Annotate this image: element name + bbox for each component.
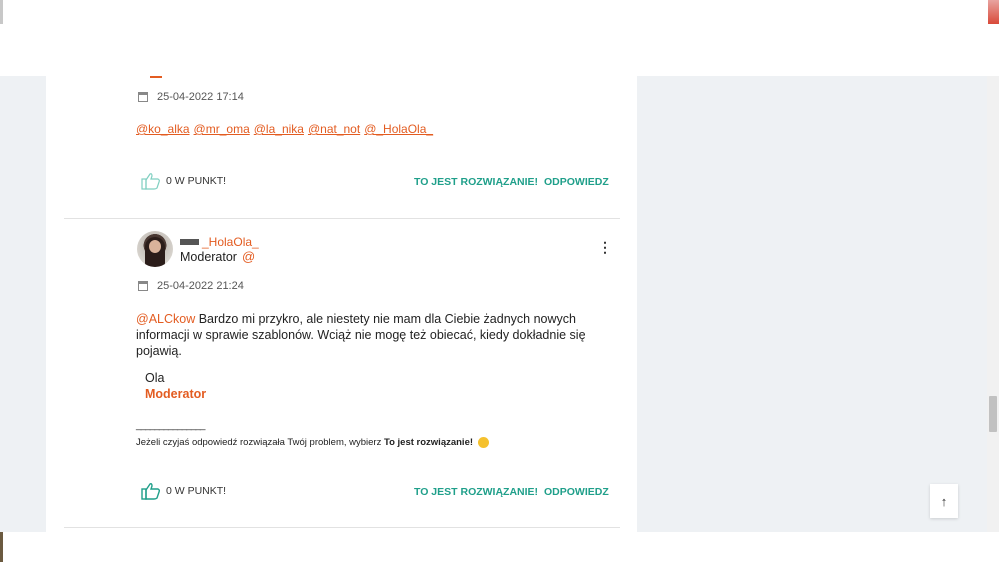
post-date: 25-04-2022 17:14 [138, 91, 244, 103]
window-edge-left-bottom [0, 532, 3, 562]
scrollbar-thumb[interactable] [989, 396, 997, 432]
mention-link[interactable]: @ALCkow [136, 312, 195, 326]
signature-name: Ola [145, 371, 165, 385]
thumbs-up-icon [141, 173, 160, 190]
window-edge-left [0, 0, 3, 24]
calendar-icon [138, 92, 148, 102]
arrow-up-icon: ↑ [940, 493, 948, 509]
avatar[interactable] [137, 231, 173, 267]
more-options-icon[interactable]: ⋮ [598, 239, 612, 256]
author-role: Moderator @ [180, 249, 256, 264]
post-divider [64, 527, 620, 528]
moderator-badge-icon [180, 238, 199, 245]
post-date: 25-04-2022 21:24 [138, 280, 244, 292]
kudos-button[interactable]: 0 W PUNKT! [141, 482, 226, 500]
solution-button[interactable]: TO JEST ROZWIĄZANIE! [414, 176, 538, 188]
reply-button[interactable]: ODPOWIEDZ [544, 176, 609, 188]
signature-text: Jeżeli czyjaś odpowiedź rozwiązała Twój … [136, 437, 489, 448]
signature-separator: _______________ [136, 420, 205, 431]
window-edge-right [988, 0, 999, 24]
solution-button[interactable]: TO JEST ROZWIĄZANIE! [414, 486, 538, 498]
page-scrollbar[interactable] [987, 76, 999, 532]
reply-button[interactable]: ODPOWIEDZ [544, 486, 609, 498]
mention-link[interactable]: @la_nika [254, 122, 304, 136]
mention-link[interactable]: @ko_alka [136, 122, 190, 136]
calendar-icon [138, 281, 148, 291]
thread-panel: 25-04-2022 17:14 @ko_alka @mr_oma @la_ni… [46, 76, 637, 532]
scroll-to-top-button[interactable]: ↑ [930, 484, 958, 518]
mention-link[interactable]: @mr_oma [194, 122, 250, 136]
signature-role: Moderator [145, 387, 207, 401]
thumbs-up-icon [141, 483, 161, 500]
left-gutter [0, 76, 46, 532]
mentions-list: @ko_alka @mr_oma @la_nika @nat_not @_Hol… [136, 122, 433, 136]
post-body: @ALCkow Bardzo mi przykro, ale niestety … [136, 312, 586, 358]
at-sign-icon: @ [241, 249, 256, 264]
mention-link[interactable]: @nat_not [308, 122, 360, 136]
top-bar [0, 0, 999, 76]
smile-emoji-icon [477, 437, 489, 448]
right-sidebar [637, 76, 987, 532]
post-divider [64, 218, 620, 219]
kudos-button[interactable]: 0 W PUNKT! [141, 172, 226, 190]
cut-off-element [150, 76, 162, 78]
mention-link[interactable]: @_HolaOla_ [364, 122, 433, 136]
bottom-bar [0, 532, 999, 562]
